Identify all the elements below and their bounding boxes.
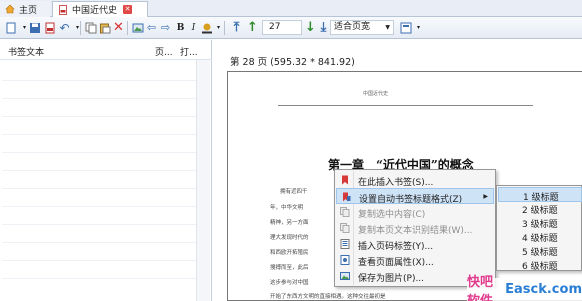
bookmark-format-icon bbox=[341, 192, 351, 202]
menu-item-auto-bookmark-format[interactable]: 设置自动书签标题格式(Z) ▶ bbox=[336, 188, 494, 205]
toolbar: ▾ ↶ ▾ ✕ ⇦ ⇨ B I ▾ ⤒ ↑ 27 ↓ ⤓ 适合页宽 ▼ ▾ bbox=[0, 17, 582, 39]
watermark-part-1: 快吧软件 bbox=[467, 274, 494, 301]
tab-document-label: 中国近代史 bbox=[72, 6, 118, 16]
export-pdf-icon[interactable] bbox=[42, 20, 57, 35]
body-line: 精神，另一方面 bbox=[270, 220, 309, 226]
bookmark-scrollbar[interactable] bbox=[196, 60, 210, 301]
menu-item-label: 插入页码标签(Y)... bbox=[358, 242, 434, 252]
zoom-select[interactable]: 适合页宽 ▼ bbox=[330, 20, 394, 35]
bookmark-panel-header: 书签文本 页... 打... bbox=[0, 40, 212, 60]
back-arrow-icon[interactable]: ⇦ bbox=[144, 20, 159, 35]
submenu-arrow-icon: ▶ bbox=[483, 193, 488, 200]
delete-icon[interactable]: ✕ bbox=[111, 20, 126, 35]
menu-item-copy-ocr-result[interactable]: 复制本页文本识别结果(W)... bbox=[336, 220, 494, 236]
pdf-icon bbox=[58, 4, 68, 15]
context-menu: 在此插入书签(S)... 设置自动书签标题格式(Z) ▶ 复制选中内容(C) 复… bbox=[334, 169, 496, 287]
first-page-icon[interactable]: ⤒ bbox=[229, 20, 244, 35]
tab-home-label: 主页 bbox=[19, 5, 38, 16]
ocr-copy-icon bbox=[340, 223, 350, 233]
menu-item-insert-page-label[interactable]: 插入页码标签(Y)... bbox=[336, 236, 494, 252]
submenu-item-heading-1[interactable]: 1 级标题 bbox=[498, 187, 582, 203]
tab-bar: 主页 中国近代史 ✕ bbox=[0, 0, 582, 17]
body-line: 开始了东西方文明的直接相遇。这种交往最初是 bbox=[270, 294, 386, 300]
tab-home[interactable]: 主页 bbox=[0, 1, 50, 17]
menu-item-label: 复制选中内容(C) bbox=[358, 210, 426, 220]
header-rule bbox=[278, 105, 533, 106]
home-icon bbox=[5, 4, 15, 14]
submenu-item-heading-2[interactable]: 2 级标题 bbox=[498, 201, 582, 216]
submenu-item-heading-4[interactable]: 4 级标题 bbox=[498, 229, 582, 244]
menu-item-label: 保存为图片(P)... bbox=[358, 274, 425, 284]
page-number-input[interactable]: 27 bbox=[262, 20, 302, 35]
save-image-icon bbox=[340, 271, 350, 281]
submenu-item-heading-5[interactable]: 5 级标题 bbox=[498, 243, 582, 258]
forward-arrow-icon[interactable]: ⇨ bbox=[158, 20, 173, 35]
submenu-item-heading-3[interactable]: 3 级标题 bbox=[498, 215, 582, 230]
body-line: 拥有近四千 bbox=[280, 189, 308, 195]
chevron-down-icon: ▼ bbox=[385, 24, 390, 31]
heading-level-submenu: 1 级标题 2 级标题 3 级标题 4 级标题 5 级标题 6 级标题 bbox=[496, 185, 582, 272]
page-label: 第 28 页 (595.32 * 841.92) bbox=[230, 57, 355, 68]
body-line: 和西欧开拓殖民 bbox=[270, 250, 309, 256]
column-page[interactable]: 页... bbox=[155, 45, 173, 58]
running-head: 中国近代史 bbox=[363, 91, 389, 97]
site-watermark: 快吧软件 Easck.com bbox=[467, 275, 582, 301]
last-page-icon[interactable]: ⤓ bbox=[316, 20, 331, 35]
body-line: 理大发现时代的 bbox=[270, 235, 309, 241]
close-tab-icon[interactable]: ✕ bbox=[123, 5, 133, 14]
menu-item-page-properties[interactable]: 查看页面属性(X)... bbox=[336, 252, 494, 268]
zoom-select-value: 适合页宽 bbox=[334, 22, 371, 32]
bookmark-panel: 书签文本 页... 打... bbox=[0, 40, 212, 301]
column-open[interactable]: 打... bbox=[180, 45, 198, 58]
copy-icon bbox=[340, 207, 350, 217]
menu-item-copy-selection[interactable]: 复制选中内容(C) bbox=[336, 204, 494, 220]
bookmark-add-icon bbox=[340, 175, 350, 185]
prev-page-icon[interactable]: ↑ bbox=[245, 20, 260, 35]
page-label-icon bbox=[340, 239, 350, 249]
new-document-icon[interactable] bbox=[3, 20, 18, 35]
menu-item-label: 在此插入书签(S)... bbox=[358, 178, 434, 188]
body-line: 年，中华文明 bbox=[270, 205, 304, 211]
layout-dropdown-icon[interactable]: ▾ bbox=[411, 20, 426, 35]
properties-icon bbox=[340, 255, 350, 265]
image-icon[interactable] bbox=[130, 20, 145, 35]
body-line: 这步参与对中国 bbox=[270, 280, 309, 286]
copy-page-icon[interactable] bbox=[83, 20, 98, 35]
column-bookmark-text[interactable]: 书签文本 bbox=[8, 45, 44, 58]
body-line: 搜搏而至，此后 bbox=[270, 265, 309, 271]
menu-item-label: 查看页面属性(X)... bbox=[358, 258, 434, 268]
menu-item-insert-bookmark[interactable]: 在此插入书签(S)... bbox=[336, 172, 494, 188]
tab-document[interactable]: 中国近代史 ✕ bbox=[52, 1, 148, 17]
watermark-part-2: Easck.com bbox=[505, 282, 582, 297]
submenu-item-label: 6 级标题 bbox=[522, 262, 558, 272]
paste-icon[interactable] bbox=[97, 20, 112, 35]
save-icon[interactable] bbox=[27, 20, 42, 35]
menu-item-label: 复制本页文本识别结果(W)... bbox=[358, 226, 473, 236]
submenu-item-heading-6[interactable]: 6 级标题 bbox=[498, 257, 582, 272]
